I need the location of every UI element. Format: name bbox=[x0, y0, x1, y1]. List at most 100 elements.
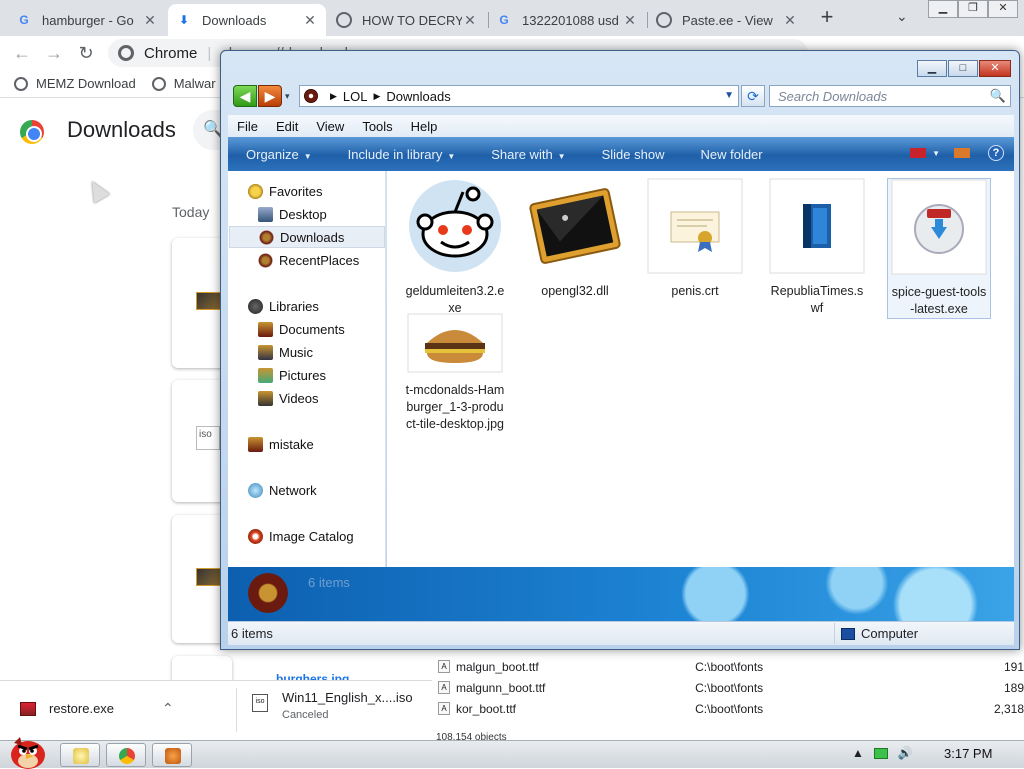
slide-show-button[interactable]: Slide show bbox=[584, 147, 683, 162]
breadcrumb-downloads[interactable]: Downloads bbox=[386, 89, 450, 104]
tab-search-chevron-icon[interactable]: ⌄ bbox=[896, 8, 908, 25]
tab-title: Downloads bbox=[202, 12, 267, 28]
bookmark-memz[interactable]: MEMZ Download bbox=[14, 76, 136, 91]
view-dropdown-icon[interactable]: ▼ bbox=[932, 149, 940, 158]
file-tile-mcdonalds-hamburger[interactable]: t-mcdonalds-Hamburger_1-3-product-tile-d… bbox=[403, 313, 507, 433]
chrome-tab-downloads[interactable]: ⬇ Downloads ✕ bbox=[168, 4, 326, 36]
preview-pane-icon[interactable] bbox=[954, 148, 970, 158]
close-tab-icon[interactable]: ✕ bbox=[302, 12, 318, 29]
taskbar-explorer-button[interactable] bbox=[60, 743, 100, 767]
help-icon[interactable]: ? bbox=[988, 145, 1004, 161]
change-view-icon[interactable] bbox=[910, 148, 927, 158]
nav-network[interactable]: Network bbox=[248, 479, 317, 501]
file-name: penis.crt bbox=[671, 284, 719, 298]
menu-bar: File Edit View Tools Help bbox=[228, 115, 1014, 137]
file-tile-geldumleiten[interactable]: geldumleiten3.2.exe bbox=[403, 178, 507, 317]
search-icon[interactable]: 🔍 bbox=[990, 88, 1006, 104]
chevron-up-icon[interactable]: ⌃ bbox=[162, 700, 174, 717]
close-tab-icon[interactable]: ✕ bbox=[462, 12, 478, 29]
menu-help[interactable]: Help bbox=[402, 119, 447, 134]
close-tab-icon[interactable]: ✕ bbox=[622, 12, 638, 29]
iso-file-icon: iso bbox=[196, 426, 220, 450]
table-row[interactable]: A malgun_boot.ttf C:\boot\fonts 191 bbox=[432, 656, 1024, 677]
reddit-alien-icon bbox=[409, 180, 501, 272]
nav-favorites[interactable]: Favorites bbox=[248, 180, 322, 202]
include-in-library-button[interactable]: Include in library ▼ bbox=[330, 147, 474, 162]
nav-videos[interactable]: Videos bbox=[258, 387, 319, 409]
search-input[interactable]: Search Downloads 🔍 bbox=[769, 85, 1011, 107]
table-row[interactable]: A kor_boot.ttf C:\boot\fonts 2,318 bbox=[432, 698, 1024, 719]
star-icon bbox=[248, 183, 263, 199]
back-arrow-icon[interactable]: ← bbox=[10, 42, 34, 66]
system-tray: ▲ 🔊 bbox=[852, 746, 923, 760]
taskbar: ▲ 🔊 3:17 PM bbox=[0, 737, 1024, 769]
minimize-icon[interactable]: ▁ bbox=[917, 60, 947, 77]
nav-desktop[interactable]: Desktop bbox=[258, 203, 327, 225]
address-bar[interactable]: ▶ LOL ▶ Downloads ▼ bbox=[299, 85, 739, 107]
organize-button[interactable]: Organize ▼ bbox=[228, 147, 330, 162]
new-tab-button[interactable]: + bbox=[815, 6, 839, 30]
menu-view[interactable]: View bbox=[307, 119, 353, 134]
shelf-item-restore[interactable]: restore.exe ⌃ bbox=[20, 700, 174, 717]
nav-recentplaces[interactable]: RecentPlaces bbox=[258, 249, 359, 271]
chrome-tab-hamburger[interactable]: G hamburger - Go ✕ bbox=[8, 4, 166, 36]
minimize-icon[interactable]: ▁ bbox=[928, 0, 958, 18]
nav-label: Downloads bbox=[280, 229, 345, 245]
breadcrumb-lol[interactable]: LOL bbox=[343, 89, 368, 104]
nav-image-catalog[interactable]: Image Catalog bbox=[248, 525, 354, 547]
bookmark-malwar[interactable]: Malwar bbox=[151, 76, 216, 91]
menu-file[interactable]: File bbox=[228, 119, 267, 134]
font-file-icon: A bbox=[438, 702, 450, 715]
nav-libraries[interactable]: Libraries bbox=[248, 295, 319, 317]
close-tab-icon[interactable]: ✕ bbox=[142, 12, 158, 29]
angry-bird-start-button-icon[interactable] bbox=[4, 733, 48, 769]
close-tab-icon[interactable]: ✕ bbox=[782, 12, 798, 29]
back-arrow-icon[interactable]: ◀ bbox=[233, 85, 257, 107]
today-heading: Today bbox=[172, 204, 210, 220]
table-row[interactable]: A malgunn_boot.ttf C:\boot\fonts 189 bbox=[432, 677, 1024, 698]
nav-downloads[interactable]: Downloads bbox=[229, 226, 385, 248]
chrome-tab-usd[interactable]: G 1322201088 usd ✕ bbox=[488, 4, 646, 36]
close-icon[interactable]: ✕ bbox=[979, 60, 1011, 77]
restore-icon[interactable]: ❐ bbox=[958, 0, 988, 18]
menu-tools[interactable]: Tools bbox=[353, 119, 401, 134]
forward-arrow-icon[interactable]: ▶ bbox=[258, 85, 282, 107]
dll-file-icon bbox=[196, 568, 222, 586]
user-folder-icon bbox=[248, 436, 263, 452]
forward-arrow-icon[interactable]: → bbox=[42, 42, 66, 66]
nav-user-mistake[interactable]: mistake bbox=[248, 433, 314, 455]
taskbar-chrome-button[interactable] bbox=[106, 743, 146, 767]
share-with-button[interactable]: Share with ▼ bbox=[473, 147, 583, 162]
shelf-item-win11-iso[interactable]: iso Win11_English_x....iso Canceled bbox=[252, 690, 413, 721]
breadcrumb-separator-icon[interactable]: ▶ bbox=[330, 91, 337, 102]
file-tile-spice-guest-tools[interactable]: spice-guest-tools-latest.exe bbox=[887, 178, 991, 319]
refresh-icon[interactable]: ⟳ bbox=[741, 85, 765, 107]
taskbar-search-button[interactable] bbox=[152, 743, 192, 767]
volume-icon[interactable]: 🔊 bbox=[898, 746, 913, 760]
file-name: kor_boot.ttf bbox=[455, 701, 517, 716]
file-tile-penis-crt[interactable]: penis.crt bbox=[643, 178, 747, 300]
nav-documents[interactable]: Documents bbox=[258, 318, 345, 340]
menu-edit[interactable]: Edit bbox=[267, 119, 307, 134]
file-tile-opengl32[interactable]: opengl32.dll bbox=[523, 178, 627, 300]
file-tile-republiatimes[interactable]: RepubliaTimes.swf bbox=[765, 178, 869, 317]
nav-music[interactable]: Music bbox=[258, 341, 313, 363]
command-bar: Organize ▼ Include in library ▼ Share with… bbox=[228, 137, 1014, 171]
taskbar-clock[interactable]: 3:17 PM bbox=[944, 746, 992, 761]
mouse-cursor-icon bbox=[84, 176, 110, 204]
new-folder-button[interactable]: New folder bbox=[682, 147, 780, 162]
chrome-tab-pastee[interactable]: Paste.ee - View ✕ bbox=[648, 4, 806, 36]
breadcrumb-separator-icon[interactable]: ▶ bbox=[374, 91, 381, 102]
recent-pages-chevron-icon[interactable]: ▾ bbox=[285, 91, 290, 102]
battery-icon[interactable] bbox=[873, 747, 888, 759]
show-hidden-icons-icon[interactable]: ▲ bbox=[852, 746, 864, 760]
explorer-window: ▁ □ ✕ ◀ ▶ ▾ ▶ LOL ▶ Downloads ▼ ⟳ Search… bbox=[220, 50, 1020, 650]
reload-icon[interactable]: ↻ bbox=[74, 42, 98, 66]
address-dropdown-icon[interactable]: ▼ bbox=[724, 90, 734, 101]
chrome-tab-strip: G hamburger - Go ✕ ⬇ Downloads ✕ HOW TO … bbox=[0, 0, 1024, 36]
close-icon[interactable]: ✕ bbox=[988, 0, 1018, 18]
maximize-icon[interactable]: □ bbox=[948, 60, 978, 77]
nav-pictures[interactable]: Pictures bbox=[258, 364, 326, 386]
file-name: RepubliaTimes.swf bbox=[770, 284, 864, 315]
chrome-tab-how-to-decrypt[interactable]: HOW TO DECRY ✕ bbox=[328, 4, 486, 36]
